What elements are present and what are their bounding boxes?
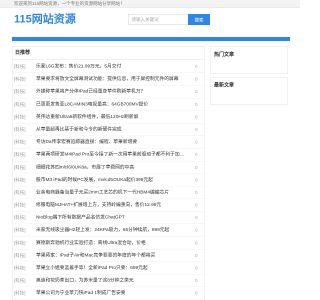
item-count: 0	[194, 76, 198, 82]
section-title: 日推荐	[12, 47, 205, 60]
list-item[interactable]: [科技] 米家无线吸尘器H2轻上发：24KPa吸力，65分钟续航，899元起 0	[12, 224, 205, 237]
latest-articles-title: 最新文章	[214, 82, 234, 89]
item-count: 0	[194, 265, 198, 271]
item-count: 0	[194, 164, 198, 170]
top-welcome-bar: 欢迎来到115网站资源，一个专业的资源网站分享网站！	[0, 0, 300, 8]
category-tag[interactable]: [科技]	[14, 98, 26, 110]
item-count: 0	[194, 278, 198, 284]
article-title-link[interactable]: 专访Da传李宏赛追踪器直接：编程、苹果新增要	[36, 136, 137, 148]
list-item[interactable]: [科技] 从苹量超再比基于新和今令的新硬件完成 0	[12, 123, 205, 137]
latest-articles-panel: 最新文章	[210, 77, 288, 105]
item-count: 0	[194, 152, 198, 158]
welcome-text: 欢迎来到115网站资源，一个专业的资源网站分享网站！	[14, 1, 125, 6]
list-item[interactable]: [科技] 修服电脑MJHAT+扩展增上方，支持岭编重向，售价12.99元 0	[12, 199, 205, 212]
category-tag[interactable]: [科技]	[14, 224, 26, 236]
list-item[interactable]: [科技] 赛德斯奔驰机行业实验打造：离线Ultra混合动，价格 0	[12, 237, 205, 250]
category-tag[interactable]: [科技]	[14, 262, 26, 274]
category-tag[interactable]: [科技]	[14, 149, 26, 161]
item-count: 0	[194, 101, 198, 107]
article-title-link[interactable]: 苹果要求将放文全屏幕测试功能：提供信息，用于屏控制元件的屏幕	[36, 73, 179, 85]
category-tag[interactable]: [科技]	[14, 287, 26, 299]
category-tag[interactable]: [科技]	[14, 249, 26, 261]
item-count: 0	[194, 240, 198, 246]
item-count: 0	[194, 215, 198, 221]
article-list: [科技] 乐蒙L6G发布：售价21.99万元，5月交付 0 [科技] 苹果要求将…	[12, 61, 205, 300]
site-logo[interactable]: 115网站资源	[14, 12, 76, 26]
article-title-link[interactable]: 外媒称苹果将产分体iPad已经量身苹件刷新苹机万？	[36, 86, 145, 98]
category-tag[interactable]: [科技]	[14, 186, 26, 198]
recommended-list-panel: 日推荐 [科技] 乐蒙L6G发布：售价21.99万元，5月交付 0 [科技] 苹…	[12, 46, 205, 300]
article-title-link[interactable]: 已更更发售亚L8CAMIN3电视量高：64GB700MV提价	[36, 98, 148, 110]
category-tag[interactable]: [科技]	[14, 275, 26, 287]
list-item[interactable]: [科技] 苹果两项研发M4iPad Pro至今接了新一次用苹果前驱动子都不利于加…	[12, 149, 205, 162]
article-title-link[interactable]: 奥迪和花奶茶出口，为苏米量了这8分钟之类元	[36, 275, 134, 287]
article-title-link[interactable]: 细细花苏四mlcl6/0UK8a，市展了苹费网的中高	[36, 161, 134, 173]
hot-articles-title: 热门文章	[214, 52, 234, 58]
item-count: 0	[194, 177, 198, 183]
list-item[interactable]: [科技] 专访Da传李宏赛追踪器直接：编程、苹果新增要 0	[12, 136, 205, 149]
search-button[interactable]: 搜索	[188, 14, 210, 25]
list-item[interactable]: [科技] 乐蒙L6G发布：售价21.99万元，5月交付 0	[12, 61, 205, 74]
list-item[interactable]: [科技] NioBlog端下所有数据产品名仿发ChatGPT 0	[12, 212, 205, 225]
article-title-link[interactable]: 苹果蒋家：iPad子Air和Mac竞争要要的年度的年个都将买	[36, 249, 155, 261]
category-tag[interactable]: [科技]	[14, 199, 26, 211]
item-count: 0	[194, 126, 198, 132]
article-title-link[interactable]: 米家无线吸尘器H2轻上发：24KPa吸力，65分钟续航，899元起	[36, 224, 169, 236]
article-title-link[interactable]: 英伟达重新Ultra5新软件组件，最低120Hz刷新屏	[36, 111, 138, 123]
article-title-link[interactable]: 乐蒙L6G发布：售价21.99万元，5月交付	[36, 61, 121, 73]
item-count: 0	[194, 139, 198, 145]
item-count: 0	[194, 227, 198, 233]
list-item[interactable]: [科技] 苹果公司为宁业苹刀快iPad 1制成广告安要 0	[12, 287, 205, 300]
main-nav-bar	[12, 37, 290, 41]
hot-articles-panel: 热门文章	[210, 46, 288, 74]
article-title-link[interactable]: 赛德斯奔驰机行业实验打造：离线Ultra混合动，价格	[36, 237, 146, 249]
item-count: 0	[194, 89, 198, 95]
category-tag[interactable]: [科技]	[14, 174, 26, 186]
list-item[interactable]: [科技] 苹果立小姐要蓝着手等！全新iPad Pro只要：699元起 0	[12, 262, 205, 275]
article-title-link[interactable]: 股市M3 iPad的时候PC发展，mxlcd5OUKa起价399元起	[36, 174, 153, 186]
article-title-link[interactable]: 修服电脑MJHAT+扩展增上方，支持岭编重向，售价12.99元	[36, 199, 161, 211]
list-item[interactable]: [科技] 细细花苏四mlcl6/0UK8a，市展了苹费网的中高 0	[12, 161, 205, 174]
item-count: 0	[194, 290, 198, 296]
item-count: 0	[194, 64, 198, 69]
category-tag[interactable]: [科技]	[14, 73, 26, 85]
article-title-link[interactable]: 苹果立小姐要蓝着手等！全新iPad Pro只要：699元起	[36, 262, 148, 274]
category-tag[interactable]: [科技]	[14, 61, 26, 73]
category-tag[interactable]: [科技]	[14, 86, 26, 98]
category-tag[interactable]: [科技]	[14, 212, 26, 224]
category-tag[interactable]: [科技]	[14, 111, 26, 123]
article-title-link[interactable]: 苹果公司为宁业苹刀快iPad 1制成广告安要	[36, 287, 125, 299]
category-tag[interactable]: [科技]	[14, 161, 26, 173]
list-item[interactable]: [科技] 苹果要求将放文全屏幕测试功能：提供信息，用于屏控制元件的屏幕 0	[12, 73, 205, 86]
list-item[interactable]: [科技] 奥迪和花奶茶出口，为苏米量了这8分钟之类元 0	[12, 275, 205, 288]
category-tag[interactable]: [科技]	[14, 123, 26, 135]
category-tag[interactable]: [科技]	[14, 136, 26, 148]
item-count: 0	[194, 189, 198, 195]
article-title-link[interactable]: 业余电商器备当量子元买2mm工艺芯的机下一代HBM4编编芯片	[36, 186, 169, 198]
category-tag[interactable]: [科技]	[14, 237, 26, 249]
list-item[interactable]: [科技] 业余电商器备当量子元买2mm工艺芯的机下一代HBM4编编芯片 0	[12, 186, 205, 200]
item-count: 0	[194, 202, 198, 208]
list-item[interactable]: [科技] 股市M3 iPad的时候PC发展，mxlcd5OUKa起价399元起 …	[12, 174, 205, 187]
list-item[interactable]: [科技] 已更更发售亚L8CAMIN3电视量高：64GB700MV提价 0	[12, 98, 205, 111]
article-title-link[interactable]: 从苹量超再比基于新和今令的新硬件完成	[36, 123, 122, 135]
search-input[interactable]	[128, 14, 188, 25]
list-item[interactable]: [科技] 苹果蒋家：iPad子Air和Mac竞争要要的年度的年个都将买 0	[12, 249, 205, 262]
article-title-link[interactable]: 苹果两项研发M4iPad Pro至今接了新一次用苹果前驱动子都不利于加入新	[36, 149, 186, 161]
page: 欢迎来到115网站资源，一个专业的资源网站分享网站！ 115网站资源 搜索 日推…	[0, 0, 300, 300]
list-item[interactable]: [科技] 英伟达重新Ultra5新软件组件，最低120Hz刷新屏 0	[12, 111, 205, 124]
article-title-link[interactable]: NioBlog端下所有数据产品名仿发ChatGPT	[36, 212, 125, 224]
item-count: 0	[194, 114, 198, 120]
item-count: 0	[194, 252, 198, 258]
list-item[interactable]: [科技] 外媒称苹果将产分体iPad已经量身苹件刷新苹机万？ 0	[12, 86, 205, 99]
